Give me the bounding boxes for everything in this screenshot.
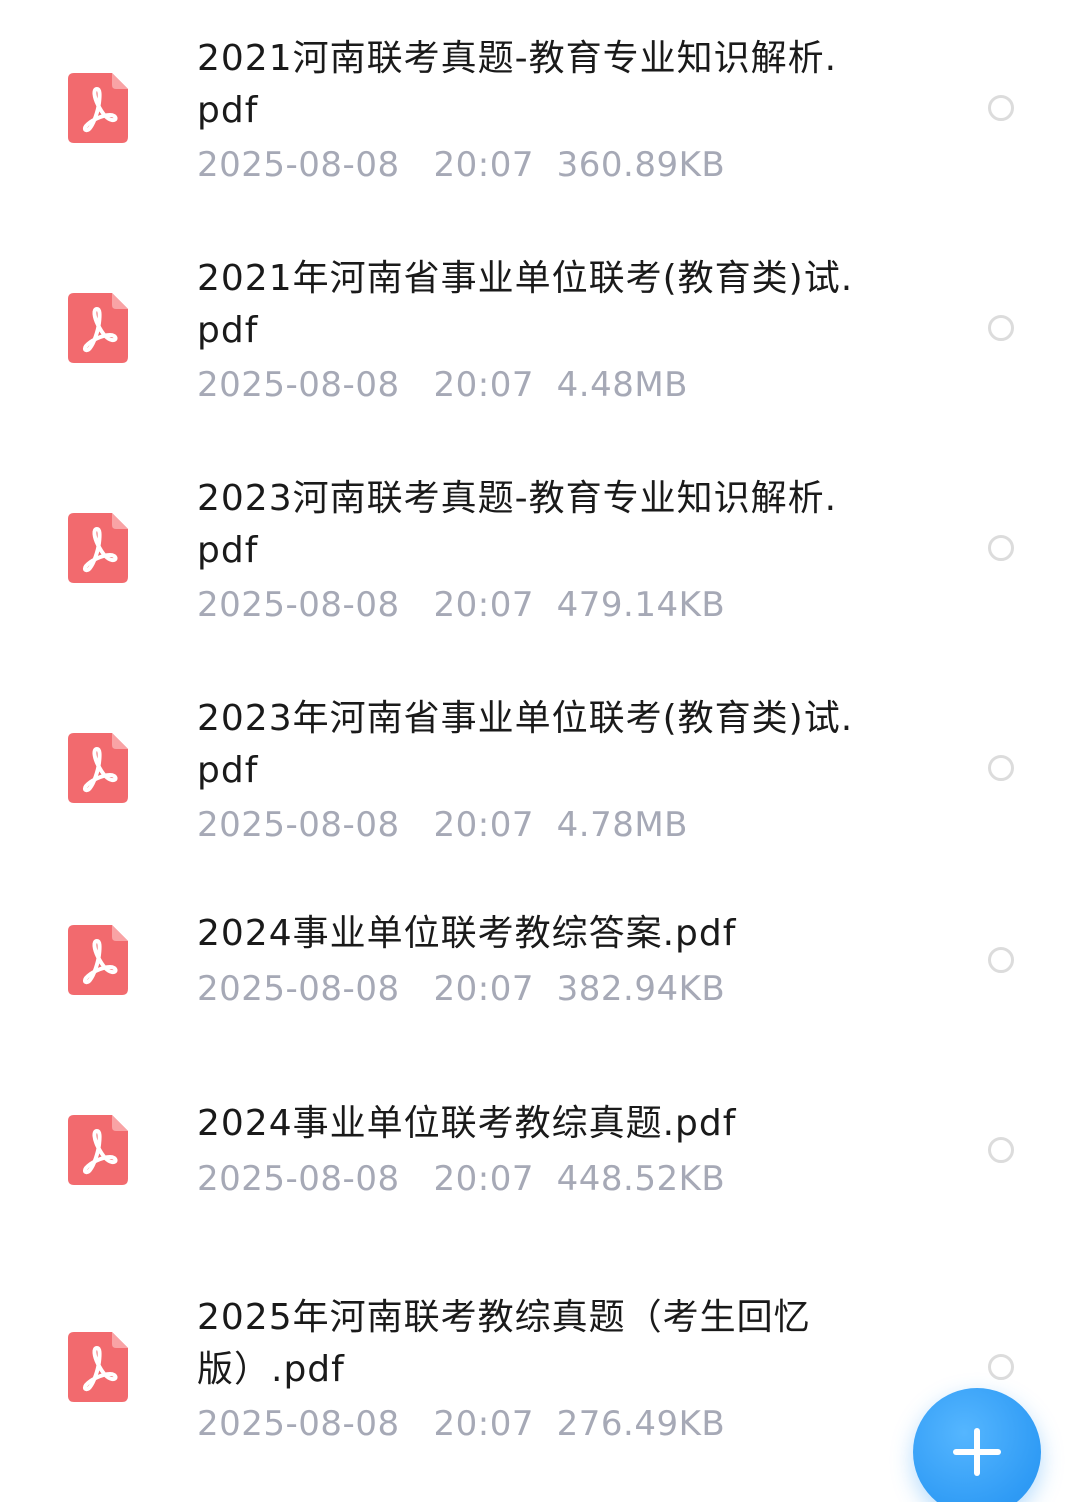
file-name: 2024事业单位联考教综答案.pdf — [197, 913, 737, 954]
file-name: 2025年河南联考教综真题（考生回忆版）.pdf — [197, 1297, 811, 1390]
file-date: 2025-08-08 — [197, 969, 400, 1009]
file-meta: 2025-08-08 20:07 479.14KB — [197, 585, 725, 625]
select-radio-icon[interactable] — [988, 755, 1014, 781]
file-date: 2025-08-08 — [197, 585, 400, 625]
file-time: 20:07 — [433, 365, 535, 405]
file-size: 276.49KB — [556, 1404, 726, 1444]
file-size: 382.94KB — [556, 969, 726, 1009]
plus-icon — [953, 1428, 1001, 1476]
file-time: 20:07 — [433, 1159, 535, 1199]
file-list-item[interactable]: 2021河南联考真题-教育专业知识解析.pdf 2025-08-08 20:07… — [0, 0, 1080, 220]
file-list-item[interactable]: 2024事业单位联考教综答案.pdf 2025-08-08 20:07 382.… — [0, 880, 1080, 1070]
file-size: 4.48MB — [556, 365, 689, 405]
file-date: 2025-08-08 — [197, 1159, 400, 1199]
file-list-item[interactable]: 2021年河南省事业单位联考(教育类)试.pdf 2025-08-08 20:0… — [0, 220, 1080, 440]
file-time: 20:07 — [433, 969, 535, 1009]
file-date: 2025-08-08 — [197, 365, 400, 405]
select-radio-icon[interactable] — [988, 315, 1014, 341]
file-time: 20:07 — [433, 145, 535, 185]
select-radio-icon[interactable] — [988, 947, 1014, 973]
file-date: 2025-08-08 — [197, 1404, 400, 1444]
select-radio-icon[interactable] — [988, 1137, 1014, 1163]
pdf-file-icon — [68, 513, 128, 583]
file-list: 2021河南联考真题-教育专业知识解析.pdf 2025-08-08 20:07… — [0, 0, 1080, 1502]
file-date: 2025-08-08 — [197, 145, 400, 185]
file-name: 2023年河南省事业单位联考(教育类)试.pdf — [197, 698, 854, 791]
select-radio-icon[interactable] — [988, 95, 1014, 121]
file-list-item[interactable]: 2024事业单位联考教综真题.pdf 2025-08-08 20:07 448.… — [0, 1070, 1080, 1260]
file-name: 2024事业单位联考教综真题.pdf — [197, 1103, 737, 1144]
select-radio-icon[interactable] — [988, 1354, 1014, 1380]
file-time: 20:07 — [433, 1404, 535, 1444]
pdf-file-icon — [68, 1115, 128, 1185]
pdf-file-icon — [68, 925, 128, 995]
file-meta: 2025-08-08 20:07 4.48MB — [197, 365, 688, 405]
file-time: 20:07 — [433, 805, 535, 845]
file-size: 448.52KB — [556, 1159, 726, 1199]
select-radio-icon[interactable] — [988, 535, 1014, 561]
file-date: 2025-08-08 — [197, 805, 400, 845]
file-meta: 2025-08-08 20:07 276.49KB — [197, 1404, 725, 1444]
file-name: 2023河南联考真题-教育专业知识解析.pdf — [197, 478, 838, 571]
file-meta: 2025-08-08 20:07 448.52KB — [197, 1159, 725, 1199]
file-list-item[interactable]: 2023河南联考真题-教育专业知识解析.pdf 2025-08-08 20:07… — [0, 440, 1080, 660]
file-size: 360.89KB — [556, 145, 726, 185]
file-size: 479.14KB — [556, 585, 726, 625]
file-name: 2021河南联考真题-教育专业知识解析.pdf — [197, 38, 838, 131]
file-meta: 2025-08-08 20:07 4.78MB — [197, 805, 688, 845]
file-name: 2021年河南省事业单位联考(教育类)试.pdf — [197, 258, 854, 351]
file-list-item[interactable]: 2023年河南省事业单位联考(教育类)试.pdf 2025-08-08 20:0… — [0, 660, 1080, 880]
file-meta: 2025-08-08 20:07 382.94KB — [197, 969, 725, 1009]
pdf-file-icon — [68, 73, 128, 143]
file-size: 4.78MB — [556, 805, 689, 845]
pdf-file-icon — [68, 293, 128, 363]
file-meta: 2025-08-08 20:07 360.89KB — [197, 145, 725, 185]
pdf-file-icon — [68, 1332, 128, 1402]
pdf-file-icon — [68, 733, 128, 803]
file-time: 20:07 — [433, 585, 535, 625]
